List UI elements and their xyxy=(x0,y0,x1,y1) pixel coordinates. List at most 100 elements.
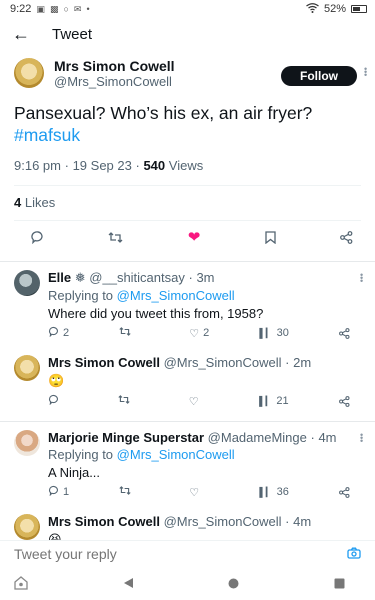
avatar[interactable] xyxy=(14,270,40,296)
reply-author-handle[interactable]: @Mrs_SimonCowell xyxy=(164,355,282,370)
more-options-icon[interactable]: • • • xyxy=(360,431,363,446)
separator: · xyxy=(310,430,315,445)
clock: 9:22 xyxy=(10,3,32,15)
reply-header: Mrs Simon Cowell @Mrs_SimonCowell · 4m xyxy=(48,514,361,529)
retweet-action[interactable] xyxy=(119,326,139,340)
avatar[interactable] xyxy=(14,430,40,456)
retweet-icon[interactable] xyxy=(108,231,123,244)
wifi-icon xyxy=(306,2,319,16)
author-handle[interactable]: @Mrs_SimonCowell xyxy=(54,74,175,89)
like-filled-icon[interactable]: ❤ xyxy=(188,228,201,246)
reply-icon xyxy=(48,326,59,340)
mention-link[interactable]: @Mrs_SimonCowell xyxy=(117,288,235,303)
views-bar-chart-icon: ▌▎ xyxy=(259,327,273,338)
replying-to: Replying to @Mrs_SimonCowell xyxy=(48,288,361,303)
views-count: 540 xyxy=(143,158,166,173)
camera-icon[interactable] xyxy=(347,546,361,562)
mention-link[interactable]: @Mrs_SimonCowell xyxy=(117,447,235,462)
views-label: Views xyxy=(168,158,204,173)
accessibility-icon[interactable] xyxy=(14,575,28,593)
retweet-icon xyxy=(118,394,130,408)
reply-text: 🙄 xyxy=(48,373,65,388)
reply-header: Elle ❅ @__shiticantsay · 3m xyxy=(48,270,361,286)
tweet-author: Mrs Simon Cowell @Mrs_SimonCowell Follow… xyxy=(0,50,375,92)
home-circle-icon[interactable] xyxy=(228,576,239,592)
top-bar: ← Tweet xyxy=(0,18,375,50)
reply-icon xyxy=(48,394,59,408)
reply-author-handle[interactable]: @Mrs_SimonCowell xyxy=(164,514,282,529)
share-icon[interactable] xyxy=(339,395,359,407)
reply-actions: 1 ♡ ▌▎ 36 xyxy=(48,484,361,500)
share-icon[interactable] xyxy=(339,486,359,498)
reply-icon xyxy=(48,485,59,499)
view-count: 30 xyxy=(276,327,289,339)
battery-icon xyxy=(351,5,367,13)
avatar[interactable] xyxy=(14,58,44,88)
like-action[interactable]: ♡ xyxy=(189,486,209,499)
reply-action[interactable] xyxy=(48,394,68,408)
reply-author-name[interactable]: Marjorie Minge Superstar xyxy=(48,430,204,445)
heart-icon: ♡ xyxy=(189,486,200,499)
reply-time: 4m xyxy=(293,514,312,529)
reply-text: Where did you tweet this from, 1958? xyxy=(48,306,264,321)
replying-prefix: Replying to xyxy=(48,447,114,462)
battery-percent: 52% xyxy=(323,3,346,15)
avatar[interactable] xyxy=(14,514,40,540)
share-icon[interactable] xyxy=(340,230,353,244)
reply-action[interactable]: 2 xyxy=(48,326,69,340)
views-action[interactable]: ▌▎ 30 xyxy=(259,327,289,339)
more-options-icon[interactable]: • • • xyxy=(364,65,367,80)
bookmark-icon[interactable] xyxy=(264,230,276,244)
tweet-actions: ❤ xyxy=(0,221,375,253)
separator: · xyxy=(135,158,140,173)
view-count: 36 xyxy=(276,486,289,498)
reply-author-handle[interactable]: @MadameMinge xyxy=(208,430,307,445)
avatar[interactable] xyxy=(14,355,40,381)
retweet-action[interactable] xyxy=(119,485,139,499)
share-icon[interactable] xyxy=(339,327,359,339)
views-action[interactable]: ▌▎21 xyxy=(259,395,289,407)
more-notifications-icon: • xyxy=(86,4,90,14)
image-notification-icon: ▣ xyxy=(36,3,45,14)
heart-icon: ♡ xyxy=(189,327,200,340)
reply-icon[interactable] xyxy=(30,230,44,244)
tweet-time: 9:16 pm xyxy=(14,158,61,173)
reply-author-name[interactable]: Mrs Simon Cowell xyxy=(48,514,160,529)
views-action[interactable]: ▌▎ 36 xyxy=(259,486,289,498)
facebook-notification-icon: ▩ xyxy=(49,3,59,14)
tweet-date: 19 Sep 23 xyxy=(72,158,132,173)
heart-icon: ♡ xyxy=(188,395,199,408)
likes-row[interactable]: 4 Likes xyxy=(0,186,375,220)
like-action[interactable]: ♡ xyxy=(189,395,209,408)
like-action[interactable]: ♡ 2 xyxy=(189,327,209,340)
tweet-meta: 9:16 pm · 19 Sep 23 · 540 Views xyxy=(0,146,375,173)
reply-author-name[interactable]: Mrs Simon Cowell xyxy=(48,355,160,370)
retweet-icon xyxy=(119,326,131,340)
reply-item[interactable]: Mrs Simon Cowell @Mrs_SimonCowell · 2m 🙄… xyxy=(0,341,375,409)
back-triangle-icon[interactable] xyxy=(123,576,134,592)
reply-author-name[interactable]: Elle xyxy=(48,270,71,285)
hashtag-link[interactable]: #mafsuk xyxy=(14,125,80,145)
author-name[interactable]: Mrs Simon Cowell xyxy=(54,58,175,74)
retweet-action[interactable] xyxy=(118,394,138,408)
follow-button[interactable]: Follow xyxy=(281,66,357,86)
reply-author-handle[interactable]: @__shiticantsay xyxy=(89,270,185,285)
like-count: 2 xyxy=(203,327,210,339)
reply-input[interactable] xyxy=(14,545,294,562)
recents-square-icon[interactable] xyxy=(334,576,345,592)
reply-count: 1 xyxy=(63,486,70,498)
system-nav-bar xyxy=(0,568,375,600)
reply-header: Marjorie Minge Superstar @MadameMinge · … xyxy=(48,430,361,445)
more-options-icon[interactable]: • • • xyxy=(360,271,363,286)
name-badge-icon: ❅ xyxy=(74,270,86,285)
reply-text: A Ninja... xyxy=(48,465,101,480)
status-left: 9:22 ▣ ▩ ○ ✉ • xyxy=(10,3,90,15)
arrow-left-icon[interactable]: ← xyxy=(12,24,30,45)
replying-to: Replying to @Mrs_SimonCowell xyxy=(48,447,361,462)
reply-action[interactable]: 1 xyxy=(48,485,69,499)
reply-item[interactable]: Marjorie Minge Superstar @MadameMinge · … xyxy=(0,422,375,500)
retweet-icon xyxy=(119,485,131,499)
status-bar: 9:22 ▣ ▩ ○ ✉ • 52% xyxy=(0,0,375,18)
likes-label: Likes xyxy=(24,195,56,210)
reply-item[interactable]: Elle ❅ @__shiticantsay · 3m Replying to … xyxy=(0,262,375,341)
